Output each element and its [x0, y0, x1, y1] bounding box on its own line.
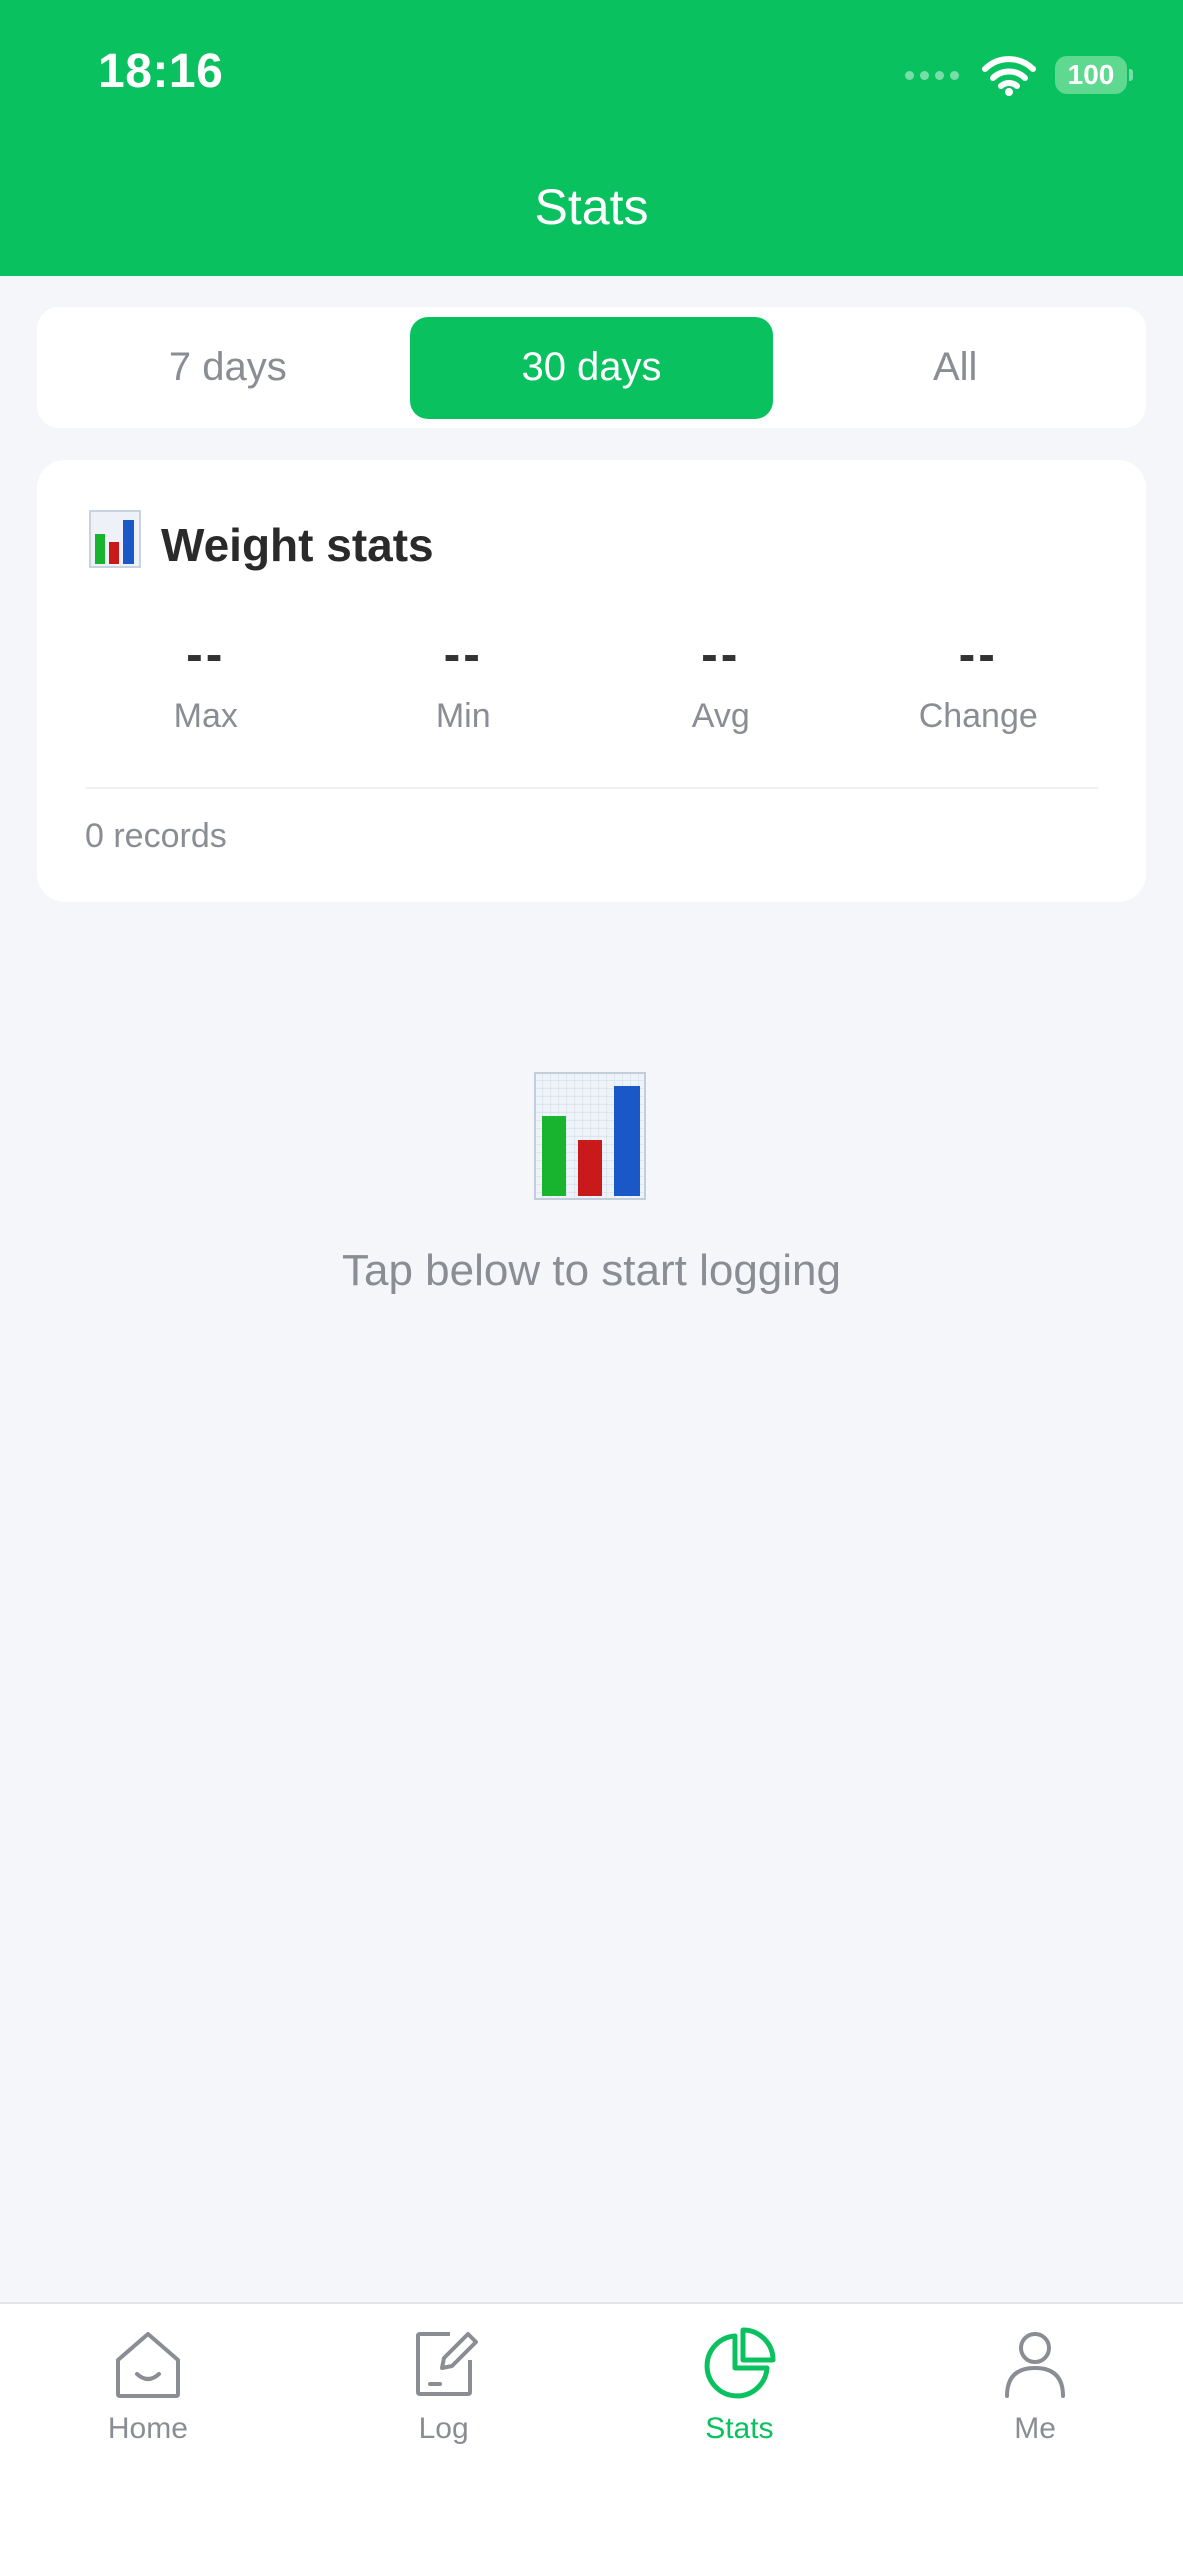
status-indicators: 100 — [905, 52, 1133, 98]
cellular-signal-icon — [905, 70, 959, 80]
person-icon — [1005, 2332, 1066, 2398]
tab-30-days[interactable]: 30 days — [409, 316, 774, 419]
bottom-tab-bar: Home Log Stats Me — [0, 2302, 1183, 2560]
tab-all[interactable]: All — [773, 317, 1137, 419]
tab-stats[interactable]: Stats — [592, 2304, 888, 2560]
tab-label: Me — [1014, 2412, 1056, 2445]
weight-stats-card: Weight stats -- Max -- Min -- Avg -- Cha… — [37, 460, 1146, 902]
stat-value: -- — [443, 626, 483, 682]
stat-label: Min — [435, 697, 491, 735]
tab-me[interactable]: Me — [887, 2304, 1183, 2560]
stat-value: -- — [701, 626, 741, 682]
card-title: Weight stats — [161, 518, 434, 571]
stat-label: Avg — [691, 697, 750, 735]
battery-indicator: 100 — [1055, 56, 1133, 94]
stats-page: 18:16 100 Stats 7 days 30 days All Weigh… — [0, 0, 1183, 2560]
divider — [85, 787, 1098, 789]
stat-change: -- Change — [850, 625, 1108, 736]
bar-chart-icon — [89, 510, 141, 579]
home-icon — [115, 2332, 180, 2398]
tab-log[interactable]: Log — [296, 2304, 592, 2560]
tab-label: Stats — [705, 2412, 774, 2445]
stat-value: -- — [186, 626, 226, 682]
app-header: 18:16 100 Stats — [0, 0, 1183, 276]
stat-label: Max — [173, 697, 238, 735]
stat-label: Change — [918, 697, 1038, 735]
stats-summary-row: -- Max -- Min -- Avg -- Change — [77, 625, 1107, 736]
records-count: 0 records — [85, 817, 227, 855]
empty-state-bar-chart-icon — [534, 1072, 646, 1200]
tab-label: Home — [107, 2412, 188, 2445]
tab-7-days[interactable]: 7 days — [46, 317, 410, 419]
range-segmented-control: 7 days 30 days All — [37, 307, 1146, 428]
wifi-icon — [981, 53, 1037, 97]
pie-chart-icon — [704, 2327, 776, 2399]
empty-state-message: Tap below to start logging — [342, 1246, 841, 1295]
card-header: Weight stats — [89, 510, 434, 579]
page-title: Stats — [534, 179, 649, 235]
stat-min: -- Min — [335, 625, 593, 736]
edit-log-icon — [415, 2332, 478, 2396]
stat-avg: -- Avg — [592, 625, 850, 736]
status-time: 18:16 — [98, 45, 224, 98]
stat-max: -- Max — [77, 625, 335, 736]
stat-value: -- — [958, 626, 998, 682]
tab-label: Log — [418, 2412, 469, 2445]
tab-home[interactable]: Home — [0, 2304, 296, 2560]
